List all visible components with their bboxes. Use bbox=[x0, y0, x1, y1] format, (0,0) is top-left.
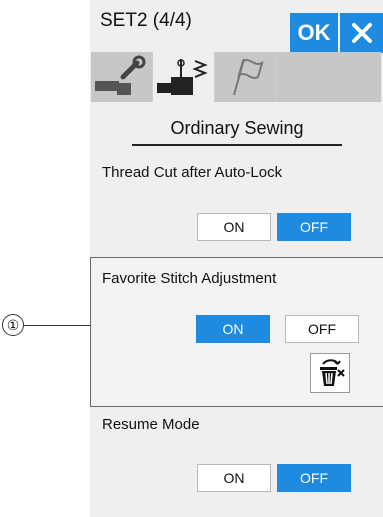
ok-button[interactable]: OK bbox=[290, 13, 338, 53]
tab-sewing[interactable] bbox=[153, 52, 214, 102]
resume-mode-label: Resume Mode bbox=[102, 416, 200, 433]
flag-icon bbox=[232, 58, 264, 96]
close-button[interactable] bbox=[340, 13, 383, 53]
tab-general[interactable] bbox=[91, 52, 152, 102]
favorite-stitch-label: Favorite Stitch Adjustment bbox=[102, 270, 277, 287]
section-title: Ordinary Sewing bbox=[132, 118, 342, 146]
wrench-icon bbox=[94, 55, 145, 95]
callout-line bbox=[24, 325, 90, 326]
page-title: SET2 (4/4) bbox=[100, 10, 192, 31]
close-icon bbox=[352, 23, 372, 43]
favorite-on-button[interactable]: ON bbox=[196, 315, 270, 343]
delete-favorite-button[interactable] bbox=[310, 353, 350, 393]
favorite-off-button[interactable]: OFF bbox=[285, 315, 359, 343]
header: SET2 (4/4) OK bbox=[90, 0, 383, 53]
trash-icon bbox=[320, 359, 345, 386]
resume-off-button[interactable]: OFF bbox=[277, 464, 351, 492]
thread-cut-on-button[interactable]: ON bbox=[197, 213, 271, 241]
sewing-machine-icon bbox=[156, 59, 208, 95]
thread-cut-off-button[interactable]: OFF bbox=[277, 213, 351, 241]
resume-on-button[interactable]: ON bbox=[197, 464, 271, 492]
tab-bar bbox=[91, 52, 381, 102]
tab-embroidery[interactable] bbox=[215, 52, 276, 102]
callout-number: ① bbox=[2, 314, 24, 336]
tab-empty bbox=[277, 52, 381, 102]
thread-cut-label: Thread Cut after Auto-Lock bbox=[102, 164, 283, 181]
